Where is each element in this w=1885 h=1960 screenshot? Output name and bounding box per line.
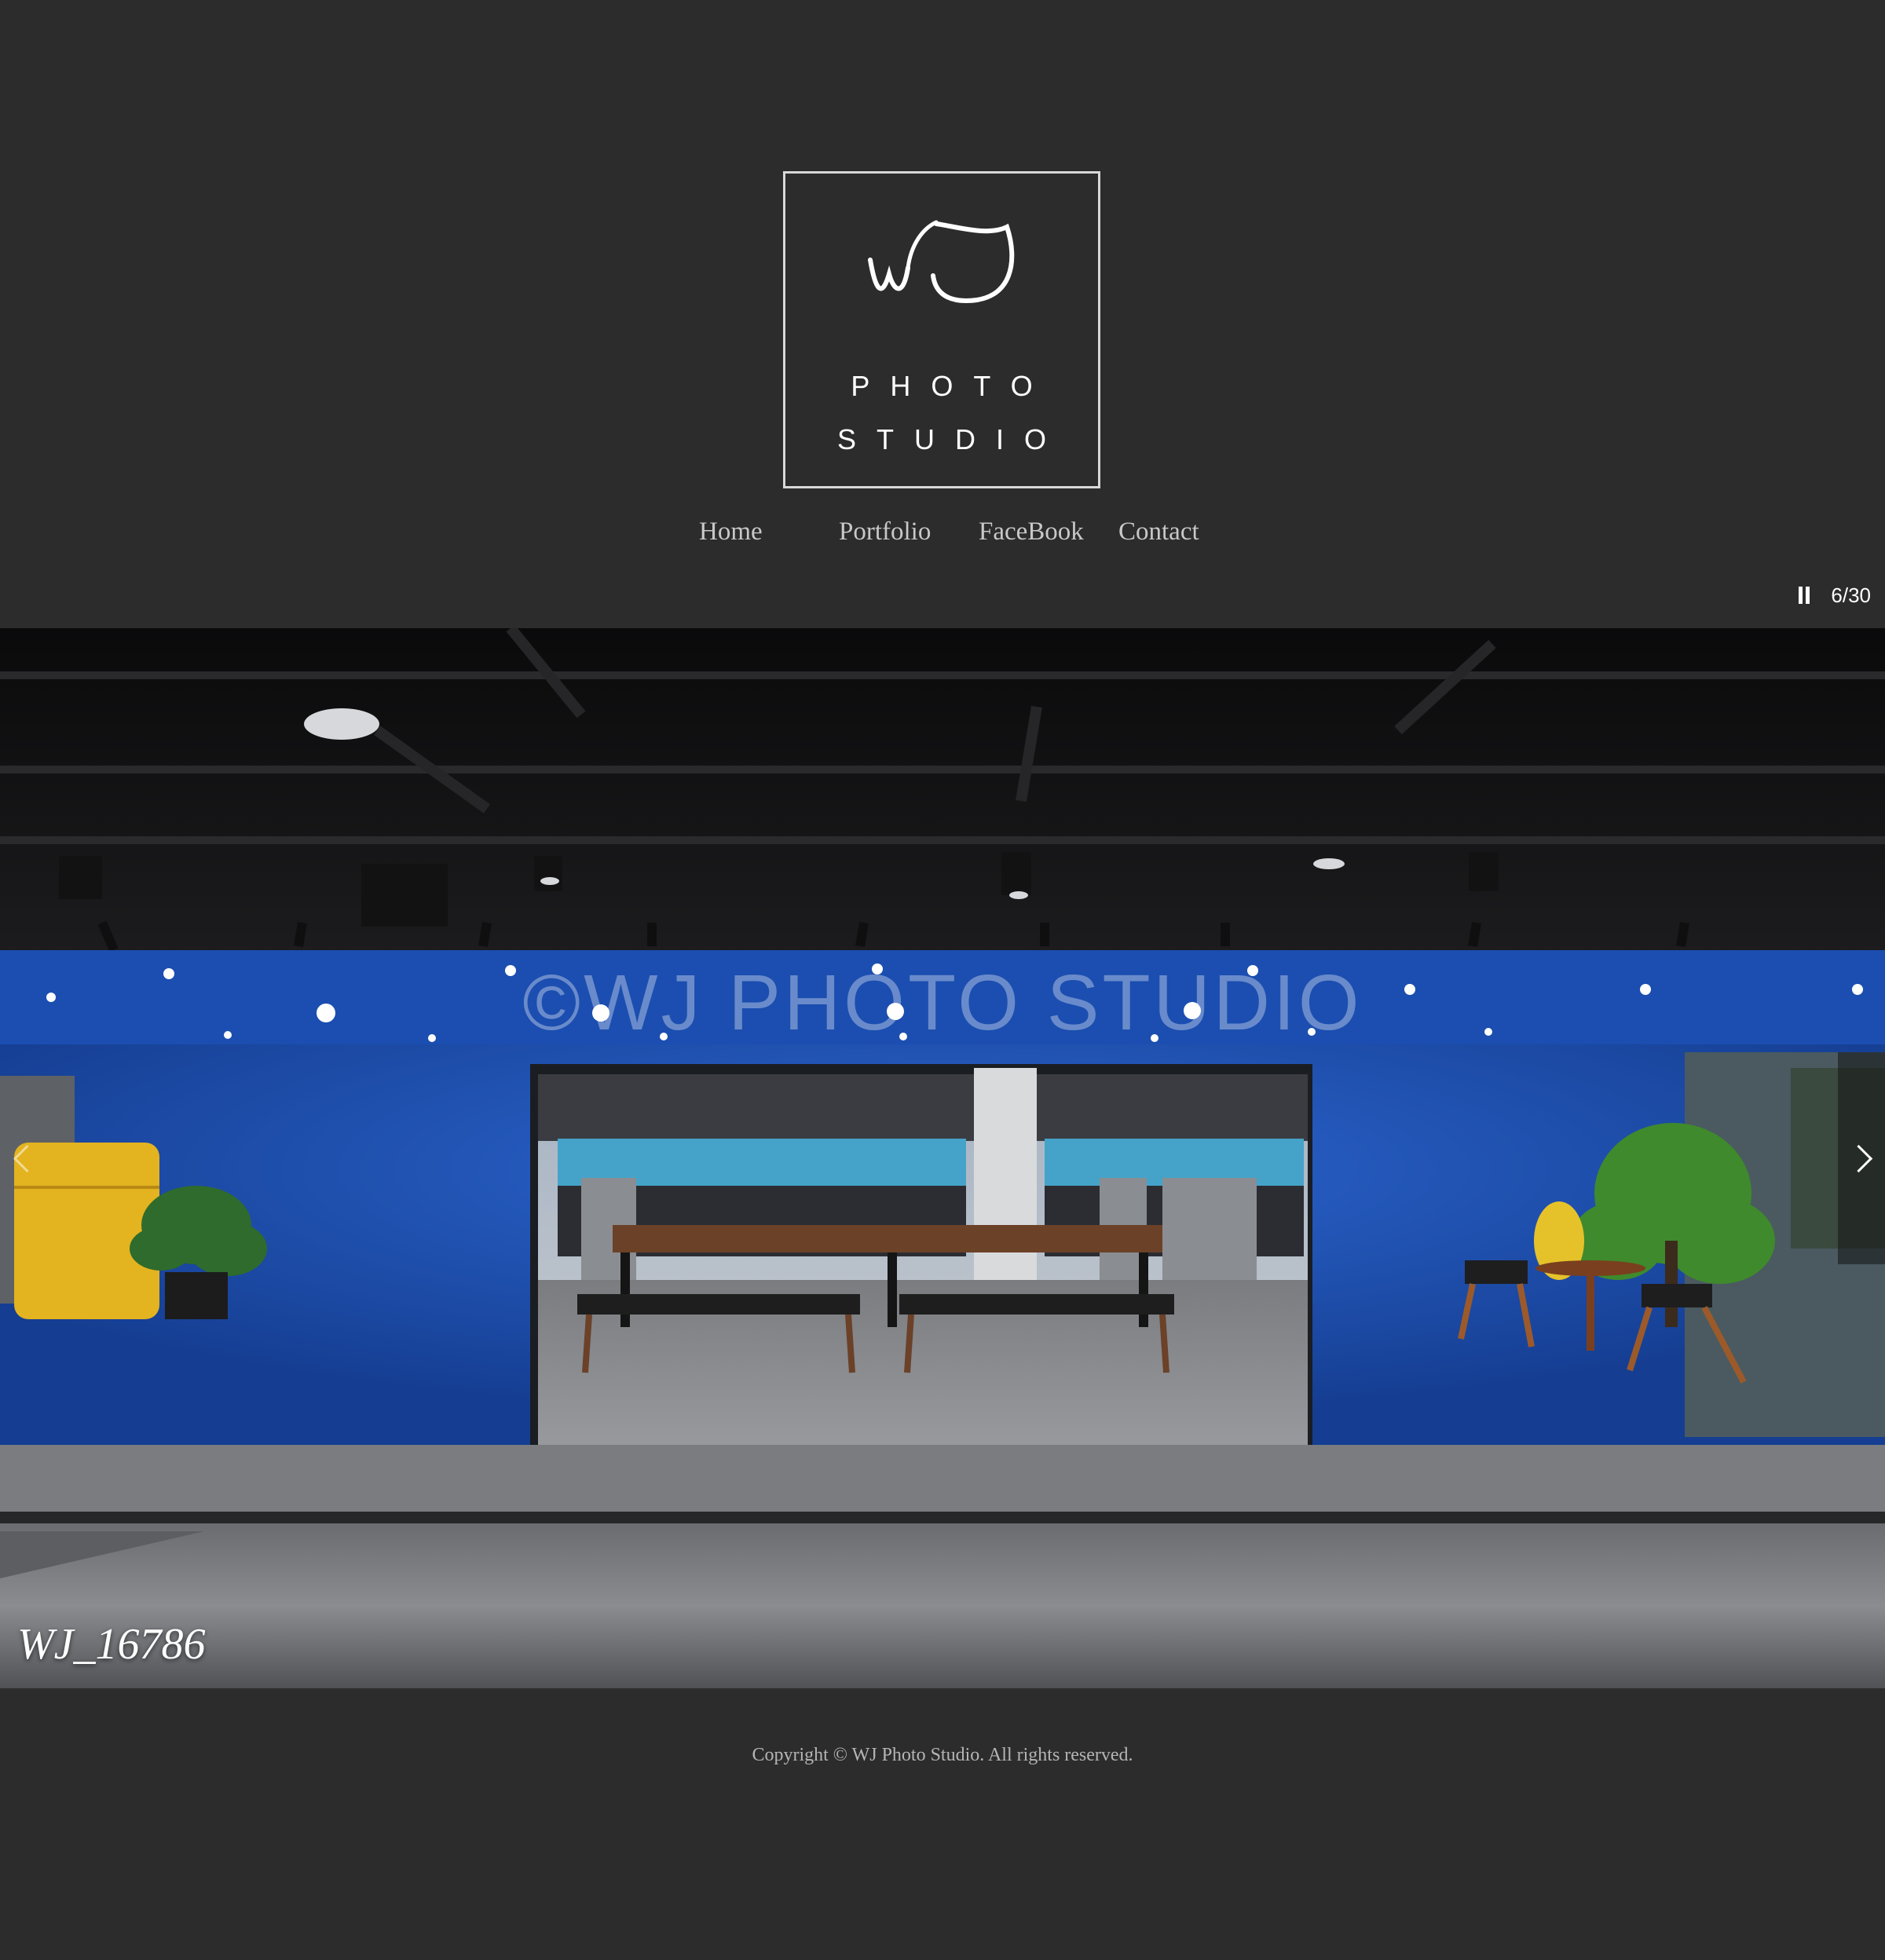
- footer-copyright: Copyright © WJ Photo Studio. All rights …: [752, 1745, 1133, 1765]
- wj-logo-mark: [868, 220, 1015, 304]
- photo-caption: WJ_16786: [17, 1620, 206, 1669]
- photo-watermark: ©WJ PHOTO STUDIO: [522, 959, 1363, 1047]
- nav-contact[interactable]: Contact: [1118, 512, 1199, 551]
- pause-icon[interactable]: [1798, 587, 1810, 604]
- chevron-left-icon: [13, 1144, 41, 1172]
- nav-facebook[interactable]: FaceBook: [979, 512, 1084, 551]
- slide-counter: 6/30: [1831, 583, 1871, 607]
- previous-slide-button[interactable]: [0, 1052, 47, 1264]
- nav-home[interactable]: Home: [699, 512, 763, 551]
- logo-text-studio: STUDIO: [836, 423, 1067, 455]
- office-interior-photo: [0, 628, 1885, 1688]
- next-slide-button[interactable]: [1838, 1052, 1885, 1264]
- site-logo[interactable]: PHOTO STUDIO: [783, 171, 1100, 488]
- slideshow-image[interactable]: ©WJ PHOTO STUDIO WJ_16786: [0, 628, 1885, 1688]
- slideshow-controls: 6/30: [1798, 581, 1871, 609]
- main-nav: Home Portfolio FaceBook Contact: [0, 512, 1885, 551]
- chevron-right-icon: [1844, 1144, 1872, 1172]
- logo-text-photo: PHOTO: [851, 370, 1053, 402]
- nav-portfolio[interactable]: Portfolio: [839, 512, 931, 551]
